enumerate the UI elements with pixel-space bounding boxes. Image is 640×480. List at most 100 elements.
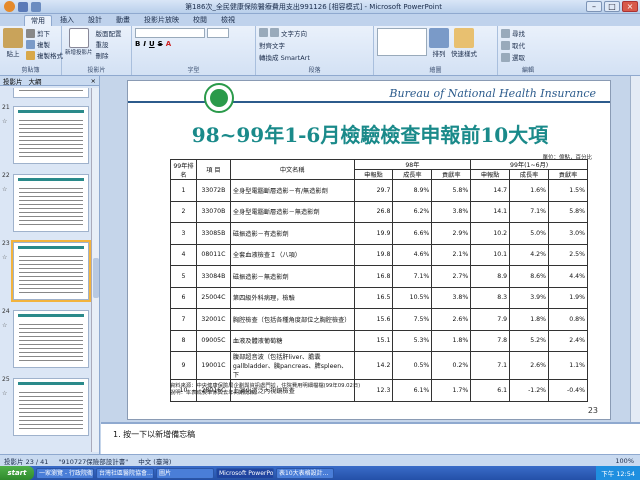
find-button[interactable]: 尋找 — [501, 28, 555, 38]
cell-s99: 0.8% — [548, 308, 588, 331]
align-text-button[interactable]: 對齊文字 — [259, 40, 370, 50]
shapes-gallery[interactable] — [377, 28, 427, 56]
quick-styles-button[interactable]: 快速樣式 — [451, 28, 477, 58]
tab-review[interactable]: 校閱 — [187, 15, 213, 26]
tab-design[interactable]: 設計 — [82, 15, 108, 26]
italic-button[interactable]: I — [143, 40, 146, 48]
scrollbar-thumb[interactable] — [93, 258, 99, 298]
cell-s99: 1.9% — [548, 286, 588, 309]
taskbar-item[interactable]: 圖片 — [156, 467, 214, 479]
cell-s98: 2.1% — [431, 243, 472, 266]
strike-button[interactable]: S — [158, 40, 163, 48]
save-icon[interactable] — [18, 1, 28, 12]
arrange-icon — [429, 28, 449, 48]
cell-g99: 8.6% — [509, 265, 550, 288]
cut-button[interactable]: 剪下 — [26, 28, 63, 38]
drawing-label: 繪圖 — [429, 67, 442, 74]
cell-g99: 5.0% — [509, 222, 550, 245]
underline-button[interactable]: U — [149, 40, 155, 48]
font-name-box[interactable] — [135, 28, 205, 38]
taskbar-item[interactable]: 一家瀏覽 - 行政院衛... — [36, 467, 94, 479]
tab-slideshow[interactable]: 投影片放映 — [138, 15, 185, 26]
tab-outline[interactable]: 大綱 — [29, 76, 42, 86]
thumb-image-selected — [11, 240, 91, 302]
header-share: 貢獻率 — [431, 169, 472, 180]
cell-g98: 5.3% — [392, 329, 433, 352]
bold-button[interactable]: B — [135, 40, 140, 48]
close-pane-icon[interactable]: × — [91, 77, 96, 85]
table-row: 1 33072B 全身型電腦斷層造影－有/無造影劑 29.7 8.9% 5.8% 14.7 1… — [170, 179, 588, 202]
header-growth: 成長率 — [509, 169, 550, 180]
copy-button[interactable]: 複製 — [26, 39, 63, 49]
thumb-image — [13, 310, 89, 368]
slide-thumb[interactable]: 23 ☆ — [0, 240, 92, 304]
slide-title[interactable]: 98~99年1-6月檢驗檢查申報前10大項 — [128, 119, 610, 148]
cell-code: 33085B — [195, 222, 231, 245]
table-row: 4 08011C 全套血液檢查Ｉ（八項） 19.8 4.6% 2.1% 10.1 4.2% 2.… — [170, 243, 588, 266]
pane-scrollbar[interactable] — [91, 88, 99, 452]
arrange-button[interactable]: 排列 — [429, 28, 449, 58]
language[interactable]: 中文 (臺灣) — [138, 456, 171, 466]
header-code: 項 目 — [195, 159, 231, 180]
maximize-button[interactable]: □ — [604, 1, 620, 12]
bullets-icon[interactable] — [259, 28, 268, 37]
notes-pane[interactable]: 1. 按一下以新增備忘稿 — [101, 422, 640, 454]
office-button[interactable] — [4, 1, 15, 12]
tab-animation[interactable]: 動畫 — [110, 15, 136, 26]
taskbar-item[interactable]: 表10大表格設計... — [276, 467, 334, 479]
cell-g98: 7.1% — [392, 265, 433, 288]
taskbar-item[interactable]: Microsoft PowerPoi... — [216, 467, 274, 479]
cell-name: 全身型電腦斷層造影－有/無造影劑 — [229, 179, 355, 202]
slide-thumb[interactable]: 20 — [0, 88, 92, 102]
cell-name: 血液及體液葡萄糖 — [229, 329, 355, 352]
slide-thumb[interactable]: 21 ☆ — [0, 104, 92, 168]
text-direction-button[interactable]: 文字方向 — [281, 28, 307, 38]
cell-rank: 5 — [170, 265, 197, 288]
tab-slides[interactable]: 投影片 — [3, 76, 23, 86]
paste-button[interactable]: 貼上 — [3, 28, 23, 60]
cell-a98: 26.8 — [353, 200, 394, 223]
select-button[interactable]: 選取 — [501, 52, 555, 62]
close-button[interactable]: × — [622, 1, 638, 12]
editor-scrollbar[interactable] — [630, 76, 640, 422]
slide-thumb[interactable]: 22 ☆ — [0, 172, 92, 236]
header-99: 99年(1~6月) — [470, 159, 588, 170]
undo-icon[interactable] — [31, 1, 41, 12]
zoom-level[interactable]: 100% — [615, 457, 634, 465]
cell-code: 25004C — [195, 286, 231, 309]
slide-canvas[interactable]: Bureau of National Health Insurance 98~9… — [127, 80, 611, 420]
tab-insert[interactable]: 插入 — [54, 15, 80, 26]
tab-view[interactable]: 檢視 — [215, 15, 241, 26]
cell-s99: 4.4% — [548, 265, 588, 288]
copy-icon — [26, 39, 35, 49]
smartart-button[interactable]: 轉換成 SmartArt — [259, 52, 370, 62]
layout-button[interactable]: 版面配置 — [96, 28, 122, 38]
numbering-icon[interactable] — [270, 28, 279, 37]
slides-group: 新增投影片 版面配置 重設 刪除 投影片 — [62, 26, 132, 75]
replace-button[interactable]: 取代 — [501, 40, 555, 50]
taskbar-item[interactable]: 台灣社區醫院協會... — [96, 467, 154, 479]
font-color-icon[interactable]: A — [166, 40, 171, 48]
slide-thumb[interactable]: 24 ☆ — [0, 308, 92, 372]
new-slide-button[interactable]: 新增投影片 — [65, 28, 93, 60]
cell-code: 32001C — [195, 308, 231, 331]
reset-button[interactable]: 重設 — [96, 39, 122, 49]
header-amount: 申報點 — [470, 169, 511, 180]
data-table[interactable]: 99年排名 項 目 中文名稱 98年 99年(1~6月) 申報點 成長率 貢獻率… — [170, 159, 588, 402]
header-rank: 99年排名 — [170, 159, 197, 180]
cell-g99: 4.2% — [509, 243, 550, 266]
start-button[interactable]: start — [0, 466, 34, 480]
cell-a98: 14.2 — [353, 351, 394, 380]
minimize-button[interactable]: – — [586, 1, 602, 12]
cell-name: 第四級外科病理，檢驗 — [229, 286, 355, 309]
cell-a99: 6.1 — [470, 379, 511, 402]
tab-home[interactable]: 常用 — [24, 15, 52, 26]
font-size-box[interactable] — [207, 28, 229, 38]
delete-button[interactable]: 刪除 — [96, 50, 122, 60]
header-share: 貢獻率 — [548, 169, 588, 180]
header-growth: 成長率 — [392, 169, 433, 180]
cell-rank: 8 — [170, 329, 197, 352]
slide-thumb[interactable]: 25 ☆ — [0, 376, 92, 440]
format-painter-button[interactable]: 複製格式 — [26, 50, 63, 60]
cell-s98: 3.8% — [431, 200, 472, 223]
